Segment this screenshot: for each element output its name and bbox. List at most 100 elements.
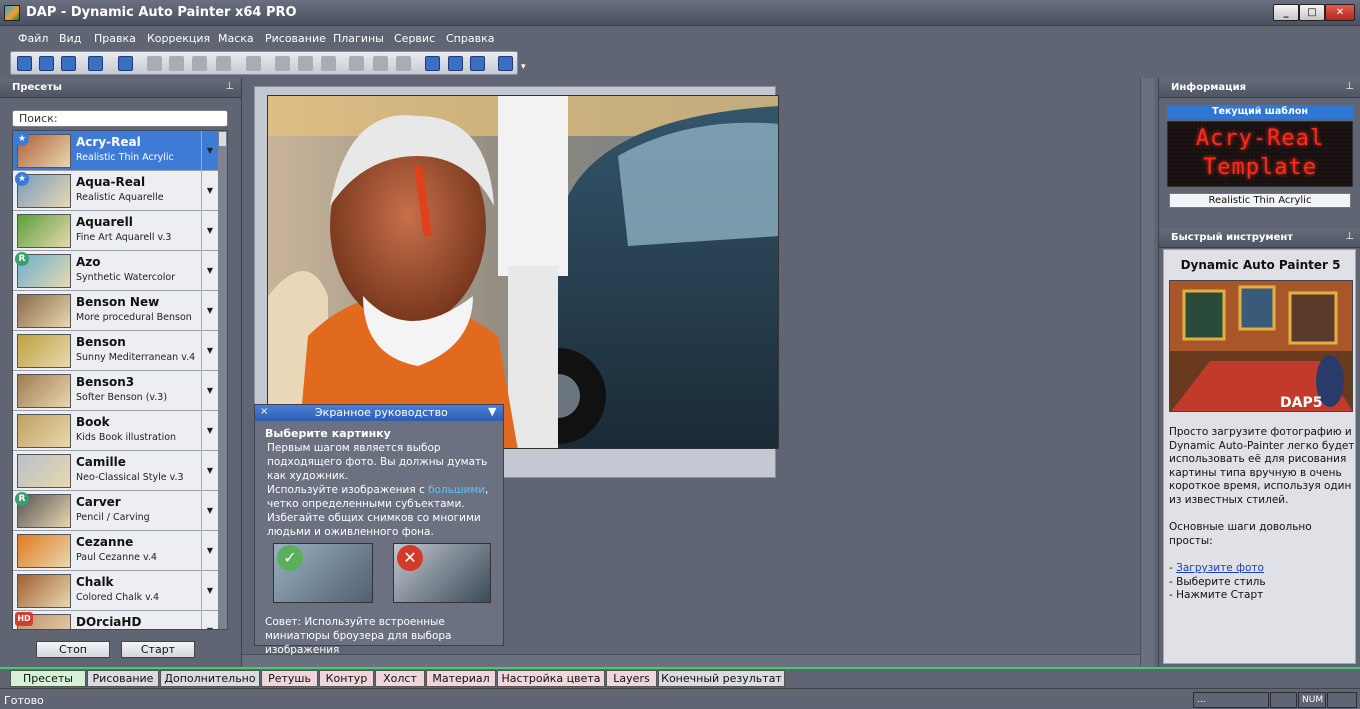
menu-painting[interactable]: Рисование (265, 32, 326, 45)
toolbar-overflow-icon[interactable]: ▾ (521, 62, 526, 72)
stop-icon[interactable] (349, 56, 364, 71)
maximize-button[interactable]: □ (1299, 4, 1325, 21)
preset-item[interactable]: DOrciaHD ▼ HD (13, 611, 218, 629)
tab-contour[interactable]: Контур (319, 670, 374, 687)
load-photo-link[interactable]: Загрузите фото (1176, 562, 1264, 574)
menu-view[interactable]: Вид (59, 32, 81, 45)
preset-scrollbar-thumb[interactable] (219, 132, 226, 146)
tab-canvas[interactable]: Холст (375, 670, 425, 687)
guide-collapse-icon[interactable]: ▼ (488, 405, 496, 418)
preset-name: Benson (76, 335, 126, 349)
tab-presets[interactable]: Пресеты (10, 670, 86, 687)
tab-layers[interactable]: Layers (606, 670, 657, 687)
pin-icon[interactable]: ⊥ (1345, 81, 1354, 92)
preset-name: Book (76, 415, 110, 429)
painted-image[interactable] (267, 95, 779, 449)
preset-item[interactable]: Acry-Real Realistic Thin Acrylic ▼ ★ (13, 131, 218, 171)
preset-item[interactable]: Book Kids Book illustration ▼ (13, 411, 218, 451)
tab-color-settings[interactable]: Настройка цвета (497, 670, 605, 687)
save-as-icon[interactable] (88, 56, 103, 71)
quick-steps-intro: Основные шаги довольно просты: (1169, 521, 1312, 547)
preset-name: Aquarell (76, 215, 133, 229)
compare-icon[interactable] (275, 56, 290, 71)
chevron-down-icon[interactable]: ▼ (201, 211, 218, 251)
guide-tip: Совет: Используйте встроенные миниатюры … (265, 616, 452, 656)
menu-plugins[interactable]: Плагины (333, 32, 384, 45)
status-bar: Готово ... NUM (0, 688, 1360, 709)
chevron-down-icon[interactable]: ▼ (201, 331, 218, 371)
preset-item[interactable]: Benson3 Softer Benson (v.3) ▼ (13, 371, 218, 411)
guide-header[interactable]: × Экранное руководство ▼ (255, 405, 503, 421)
info-panel-title: Информация (1171, 82, 1246, 93)
save-icon[interactable] (61, 56, 76, 71)
split-icon[interactable] (298, 56, 313, 71)
minimize-button[interactable]: _ (1273, 4, 1299, 21)
app-icon (4, 5, 20, 21)
zoom-out-icon[interactable] (192, 56, 207, 71)
menu-service[interactable]: Сервис (394, 32, 435, 45)
preset-scrollbar[interactable] (218, 131, 227, 629)
preset-item[interactable]: Aquarell Fine Art Aquarell v.3 ▼ (13, 211, 218, 251)
search-input[interactable]: Поиск: (12, 110, 228, 127)
preset-item[interactable]: Carver Pencil / Carving ▼ R (13, 491, 218, 531)
start-button[interactable]: Старт (121, 641, 195, 658)
template-description: Realistic Thin Acrylic (1169, 193, 1351, 208)
chevron-down-icon[interactable]: ▼ (201, 131, 218, 171)
menu-file[interactable]: Файл (18, 32, 48, 45)
chevron-down-icon[interactable]: ▼ (201, 451, 218, 491)
tab-material[interactable]: Материал (426, 670, 496, 687)
pause-icon[interactable] (396, 56, 411, 71)
chevron-down-icon[interactable]: ▼ (201, 171, 218, 211)
canvas-vertical-scrollbar[interactable] (1140, 78, 1154, 668)
upload-icon[interactable] (470, 56, 485, 71)
stop-button[interactable]: Стоп (36, 641, 110, 658)
camera-icon[interactable] (147, 56, 162, 71)
star-icon[interactable] (118, 56, 133, 71)
pin-icon[interactable]: ⊥ (225, 81, 234, 92)
chevron-down-icon[interactable]: ▼ (201, 571, 218, 611)
crop-icon[interactable] (321, 56, 336, 71)
preset-item[interactable]: Benson New More procedural Benson ▼ (13, 291, 218, 331)
tab-final-result[interactable]: Конечный результат (658, 670, 785, 687)
status-num: NUM (1298, 692, 1326, 708)
new-icon[interactable] (17, 56, 32, 71)
tab-retouch[interactable]: Ретушь (261, 670, 318, 687)
tab-advanced[interactable]: Дополнительно (160, 670, 260, 687)
check-icon: ✓ (277, 545, 303, 571)
fit-icon[interactable] (246, 56, 261, 71)
preset-item[interactable]: Azo Synthetic Watercolor ▼ R (13, 251, 218, 291)
chevron-down-icon[interactable]: ▼ (201, 611, 218, 629)
current-template-label: Текущий шаблон (1167, 105, 1353, 119)
chevron-down-icon[interactable]: ▼ (201, 411, 218, 451)
chevron-down-icon[interactable]: ▼ (201, 251, 218, 291)
guide-close-icon[interactable]: × (260, 406, 268, 417)
layers-icon[interactable] (448, 56, 463, 71)
preset-item[interactable]: Cezanne Paul Cezanne v.4 ▼ (13, 531, 218, 571)
help-icon[interactable] (425, 56, 440, 71)
preset-item[interactable]: Benson Sunny Mediterranean v.4 ▼ (13, 331, 218, 371)
pin-icon[interactable]: ⊥ (1345, 231, 1354, 242)
open-icon[interactable] (39, 56, 54, 71)
chevron-down-icon[interactable]: ▼ (201, 491, 218, 531)
preset-item[interactable]: Chalk Colored Chalk v.4 ▼ (13, 571, 218, 611)
chevron-down-icon[interactable]: ▼ (201, 371, 218, 411)
preset-item[interactable]: Aqua-Real Realistic Aquarelle ▼ ★ (13, 171, 218, 211)
menu-correction[interactable]: Коррекция (147, 32, 210, 45)
zoom-in-icon[interactable] (169, 56, 184, 71)
zoom-1to1-icon[interactable] (216, 56, 231, 71)
menu-mask[interactable]: Маска (218, 32, 254, 45)
preset-description: Fine Art Aquarell v.3 (76, 232, 172, 243)
chevron-down-icon[interactable]: ▼ (201, 291, 218, 331)
menu-edit[interactable]: Правка (94, 32, 136, 45)
chevron-down-icon[interactable]: ▼ (201, 531, 218, 571)
play-icon[interactable] (373, 56, 388, 71)
close-button[interactable]: ✕ (1325, 4, 1355, 21)
tab-painting[interactable]: Рисование (87, 670, 159, 687)
quick-step-1: - Загрузите фото (1169, 562, 1355, 576)
menu-help[interactable]: Справка (446, 32, 494, 45)
r-badge-icon: R (15, 492, 29, 506)
screen-icon[interactable] (498, 56, 513, 71)
guide-link-large[interactable]: большими (428, 484, 485, 496)
preset-item[interactable]: Camille Neo-Classical Style v.3 ▼ (13, 451, 218, 491)
quick-intro: Просто загрузите фотографию и Dynamic Au… (1169, 426, 1355, 506)
